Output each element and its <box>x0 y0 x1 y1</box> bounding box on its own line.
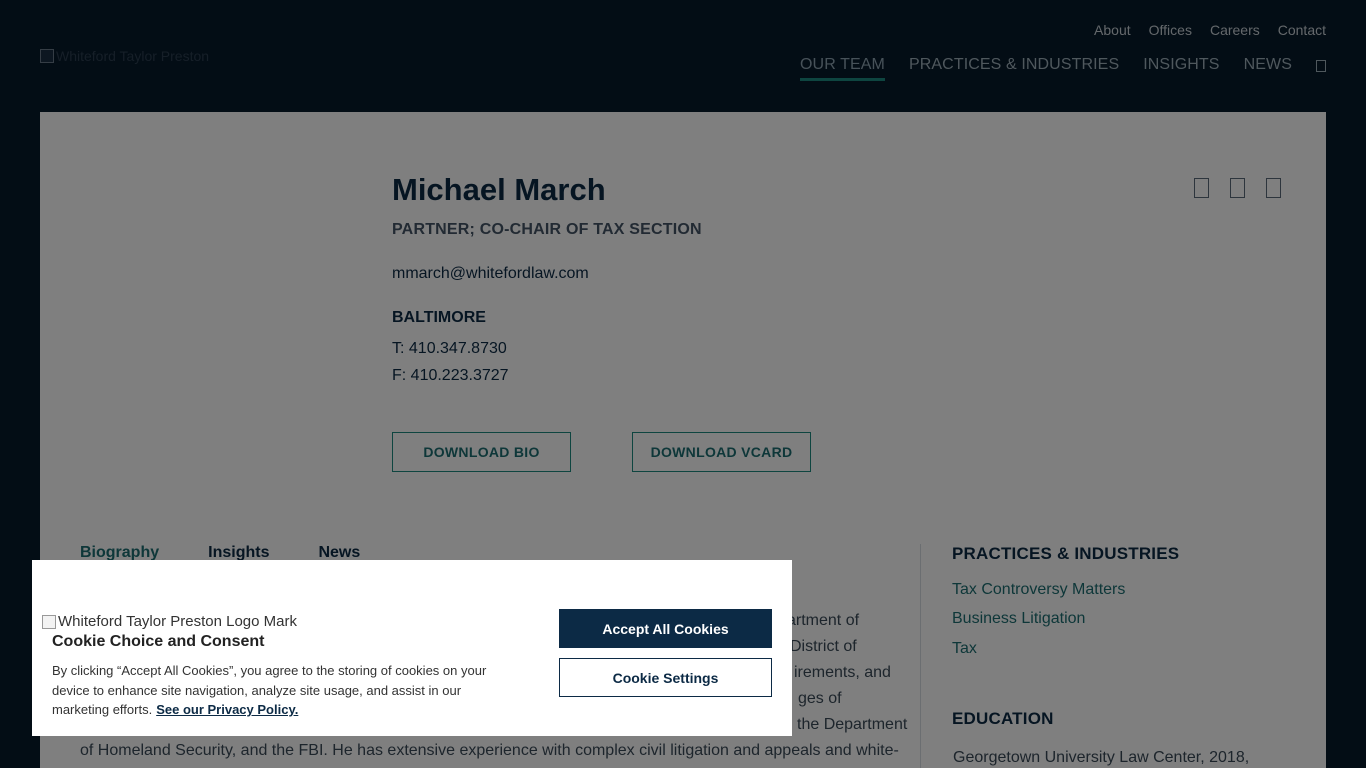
cookie-logo: Whiteford Taylor Preston Logo Mark <box>42 613 297 630</box>
cookie-description: By clicking “Accept All Cookies”, you ag… <box>52 661 512 720</box>
accept-all-cookies-button[interactable]: Accept All Cookies <box>559 609 772 648</box>
cookie-consent-banner: Whiteford Taylor Preston Logo Mark Cooki… <box>32 560 792 736</box>
cookie-title: Cookie Choice and Consent <box>52 633 265 650</box>
cookie-settings-button[interactable]: Cookie Settings <box>559 658 772 697</box>
broken-image-icon <box>42 614 56 629</box>
cookie-logo-alt-text: Whiteford Taylor Preston Logo Mark <box>58 613 297 630</box>
privacy-policy-link[interactable]: See our Privacy Policy. <box>156 702 298 717</box>
